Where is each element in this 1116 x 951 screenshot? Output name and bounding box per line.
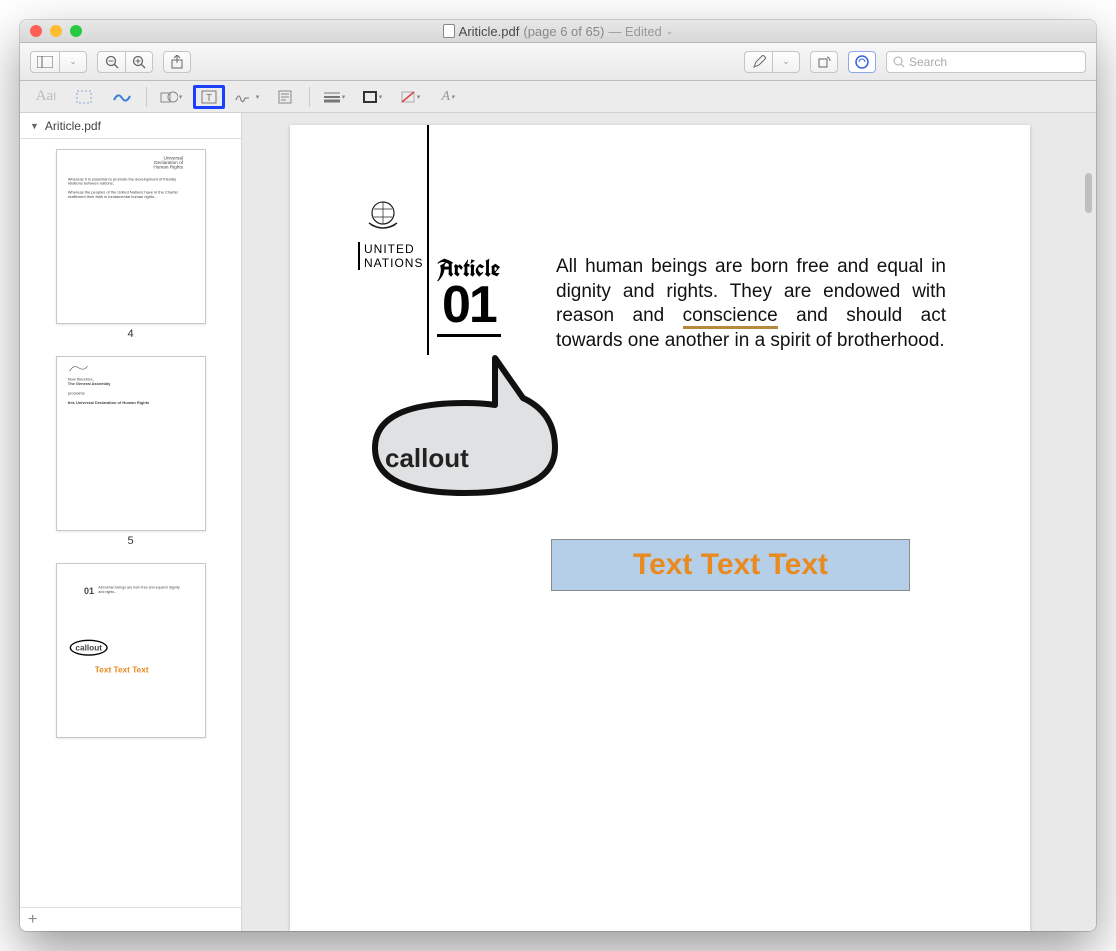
minimize-window-button[interactable] <box>50 25 62 37</box>
fill-color-button[interactable]: ▾ <box>394 85 426 109</box>
textbox-annotation[interactable]: Text Text Text <box>551 539 910 591</box>
pdf-page: UNITED NATIONS Article 01 All human bein… <box>290 125 1030 931</box>
title-filename: Ariticle.pdf <box>459 24 520 39</box>
sketch-button[interactable] <box>106 85 138 109</box>
scrollbar[interactable] <box>1085 173 1092 213</box>
title-page-info: (page 6 of 65) <box>523 24 604 39</box>
thumbnail-label: 5 <box>56 535 206 547</box>
article-number: 01 <box>442 275 496 335</box>
window-title: Ariticle.pdf (page 6 of 65) — Edited ⌄ <box>20 24 1096 39</box>
disclosure-triangle-icon: ▼ <box>30 121 39 131</box>
traffic-lights <box>30 25 82 37</box>
sign-button[interactable]: ▾ <box>231 85 263 109</box>
callout-text[interactable]: callout <box>385 443 469 474</box>
font-style-button[interactable]: A▾ <box>432 85 464 109</box>
rotate-button[interactable] <box>810 51 838 73</box>
thumbnail-item[interactable]: 01 All human beings are born free and eq… <box>56 563 206 742</box>
thumbnail-list[interactable]: UniversalDeclaration ofHuman Rights Wher… <box>20 139 241 907</box>
sidebar-title: Ariticle.pdf <box>45 119 101 133</box>
un-text-1: UNITED <box>364 242 415 256</box>
zoom-in-button[interactable] <box>125 51 153 73</box>
un-logo-icon <box>363 195 403 235</box>
document-icon <box>443 24 455 38</box>
text-style-button[interactable]: AaI <box>30 85 62 109</box>
view-mode-dropdown[interactable]: ⌄ <box>59 51 87 73</box>
close-window-button[interactable] <box>30 25 42 37</box>
highlight-button[interactable] <box>744 51 772 73</box>
thumbnail-item[interactable]: Now therefore,The General Assemblyprocla… <box>56 356 206 547</box>
add-page-button[interactable]: + <box>28 911 37 929</box>
title-edited: — Edited <box>608 24 661 39</box>
article-body: All human beings are born free and equal… <box>556 255 946 354</box>
callout-annotation[interactable]: callout <box>345 353 575 528</box>
thumbnail-label: 4 <box>56 328 206 340</box>
shape-button[interactable]: ▾ <box>155 85 187 109</box>
markup-button[interactable] <box>848 51 876 73</box>
markup-toolbar: AaI ▾ T ▾ ▾ ▾ ▾ A▾ <box>20 81 1096 113</box>
border-weight-button[interactable]: ▾ <box>318 85 350 109</box>
main-toolbar: ⌄ ⌄ Search <box>20 43 1096 81</box>
thumbnail-item[interactable]: UniversalDeclaration ofHuman Rights Wher… <box>56 149 206 340</box>
thumbnail-sidebar: ▼ Ariticle.pdf UniversalDeclaration ofHu… <box>20 113 242 931</box>
view-mode-button[interactable] <box>30 51 59 73</box>
search-field[interactable]: Search <box>886 51 1086 73</box>
share-button[interactable] <box>163 51 191 73</box>
text-box-button[interactable]: T <box>193 85 225 109</box>
un-logo-block: UNITED NATIONS <box>338 195 428 270</box>
sidebar-footer: + <box>20 907 241 931</box>
note-button[interactable] <box>269 85 301 109</box>
titlebar: Ariticle.pdf (page 6 of 65) — Edited ⌄ <box>20 20 1096 43</box>
search-icon <box>893 56 905 68</box>
border-color-button[interactable]: ▾ <box>356 85 388 109</box>
search-placeholder: Search <box>909 55 947 69</box>
highlight-dropdown[interactable]: ⌄ <box>772 51 800 73</box>
un-text-2: NATIONS <box>364 256 423 270</box>
document-view[interactable]: UNITED NATIONS Article 01 All human bein… <box>242 113 1096 931</box>
title-dropdown-icon[interactable]: ⌄ <box>666 26 674 37</box>
sidebar-header[interactable]: ▼ Ariticle.pdf <box>20 113 241 139</box>
zoom-out-button[interactable] <box>97 51 125 73</box>
app-window: Ariticle.pdf (page 6 of 65) — Edited ⌄ ⌄ <box>20 20 1096 931</box>
textbox-text[interactable]: Text Text Text <box>633 548 828 582</box>
underlined-text: conscience <box>683 305 778 329</box>
svg-text:T: T <box>206 93 212 104</box>
rect-select-button[interactable] <box>68 85 100 109</box>
zoom-window-button[interactable] <box>70 25 82 37</box>
